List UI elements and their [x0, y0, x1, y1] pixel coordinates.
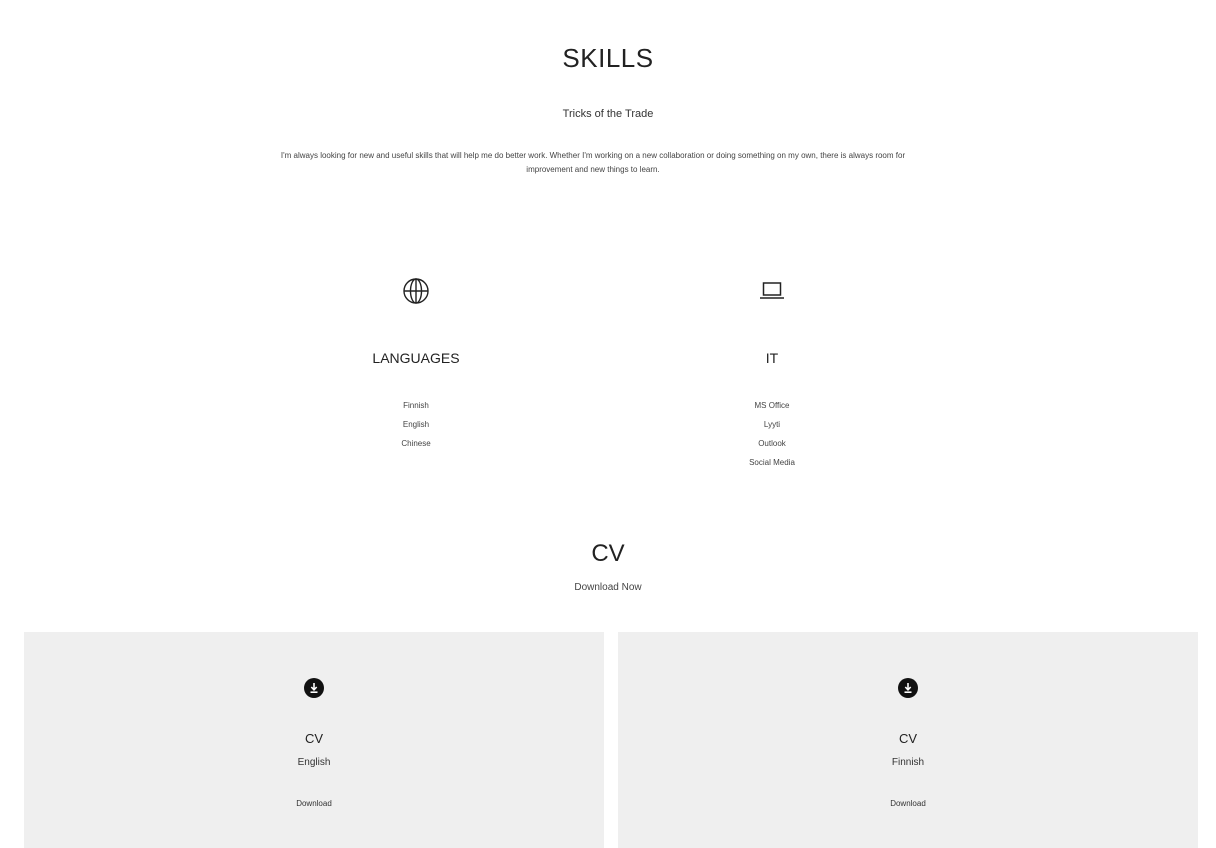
list-item: Chinese: [401, 439, 431, 448]
list-item: Outlook: [758, 439, 786, 448]
skills-subheading: Tricks of the Trade: [562, 108, 654, 120]
download-icon[interactable]: [304, 678, 324, 698]
cv-card-finnish: CV Finnish Download: [618, 632, 1198, 848]
download-link[interactable]: Download: [618, 799, 1198, 808]
download-icon[interactable]: [898, 678, 918, 698]
download-link[interactable]: Download: [24, 799, 604, 808]
it-title: IT: [765, 350, 779, 366]
skills-heading: SKILLS: [562, 43, 654, 73]
languages-title: LANGUAGES: [372, 350, 460, 366]
it-list: MS Office Lyyti Outlook Social Media: [652, 396, 892, 472]
cv-subheading: Download Now: [574, 582, 642, 593]
card-title: CV: [898, 731, 918, 746]
list-item: Finnish: [403, 401, 429, 410]
languages-list: Finnish English Chinese: [296, 396, 536, 453]
card-title: CV: [304, 731, 324, 746]
card-language: English: [297, 757, 331, 768]
card-language: Finnish: [891, 757, 925, 768]
languages-column: LANGUAGES Finnish English Chinese: [296, 0, 536, 480]
it-column: IT MS Office Lyyti Outlook Social Media: [652, 0, 892, 480]
list-item: Lyyti: [763, 420, 781, 429]
cv-card-english: CV English Download: [24, 632, 604, 848]
list-item: English: [402, 420, 430, 429]
laptop-icon: [760, 282, 784, 299]
cv-heading: CV: [591, 540, 625, 567]
globe-icon: [403, 278, 429, 304]
list-item: MS Office: [754, 401, 790, 410]
list-item: Social Media: [749, 458, 795, 467]
